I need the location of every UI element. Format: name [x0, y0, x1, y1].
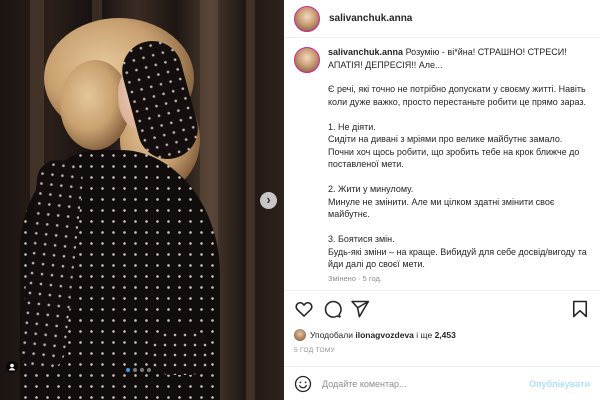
comment-form: Опублікувати [284, 366, 600, 400]
post-photo[interactable]: › [0, 0, 284, 400]
likes-count[interactable]: 2,453 [435, 330, 456, 340]
caption-body: Є речі, які точно не потрібно допускати … [328, 84, 587, 269]
carousel-dot [133, 368, 137, 372]
caption-username[interactable]: salivanchuk.anna [328, 47, 403, 57]
header-username[interactable]: salivanchuk.anna [329, 13, 412, 24]
post-modal: › salivanchuk.anna salivanchuk.anna Розу… [0, 0, 600, 400]
smile-icon[interactable] [294, 375, 312, 393]
likes-middle: і ще [416, 330, 433, 340]
comment-icon[interactable] [322, 299, 342, 319]
action-bar: Уподобали ilonagvozdeva і ще 2,453 5 ГОД… [284, 290, 600, 354]
liked-by-user[interactable]: ilonagvozdeva [355, 330, 414, 340]
caption-section: salivanchuk.anna Розумію - ві*йна! СТРАШ… [284, 38, 600, 290]
post-comment-button[interactable]: Опублікувати [529, 379, 590, 389]
likes-prefix: Уподобали [310, 330, 353, 340]
share-icon[interactable] [350, 299, 370, 319]
post-header: salivanchuk.anna [284, 0, 600, 38]
avatar[interactable] [294, 329, 306, 341]
edited-label: Змінено · 5 год. [328, 273, 382, 283]
carousel-dot [126, 368, 130, 372]
avatar[interactable] [294, 5, 320, 32]
comment-input[interactable] [322, 378, 530, 389]
chevron-right-icon[interactable]: › [260, 192, 277, 209]
heart-icon[interactable] [294, 299, 314, 319]
avatar[interactable] [294, 47, 320, 73]
caption-lead: salivanchuk.anna Розумію - ві*йна! СТРАШ… [328, 46, 590, 73]
user-tag-icon[interactable] [6, 360, 18, 373]
post-timestamp[interactable]: 5 ГОД ТОМУ [294, 347, 590, 354]
carousel-dot [147, 368, 151, 372]
carousel-dot [140, 368, 144, 372]
bookmark-icon[interactable] [570, 299, 590, 319]
likes-line: Уподобали ilonagvozdeva і ще 2,453 [294, 329, 590, 341]
post-side-panel: salivanchuk.anna salivanchuk.anna Розумі… [284, 0, 600, 400]
carousel-indicator [126, 368, 151, 372]
